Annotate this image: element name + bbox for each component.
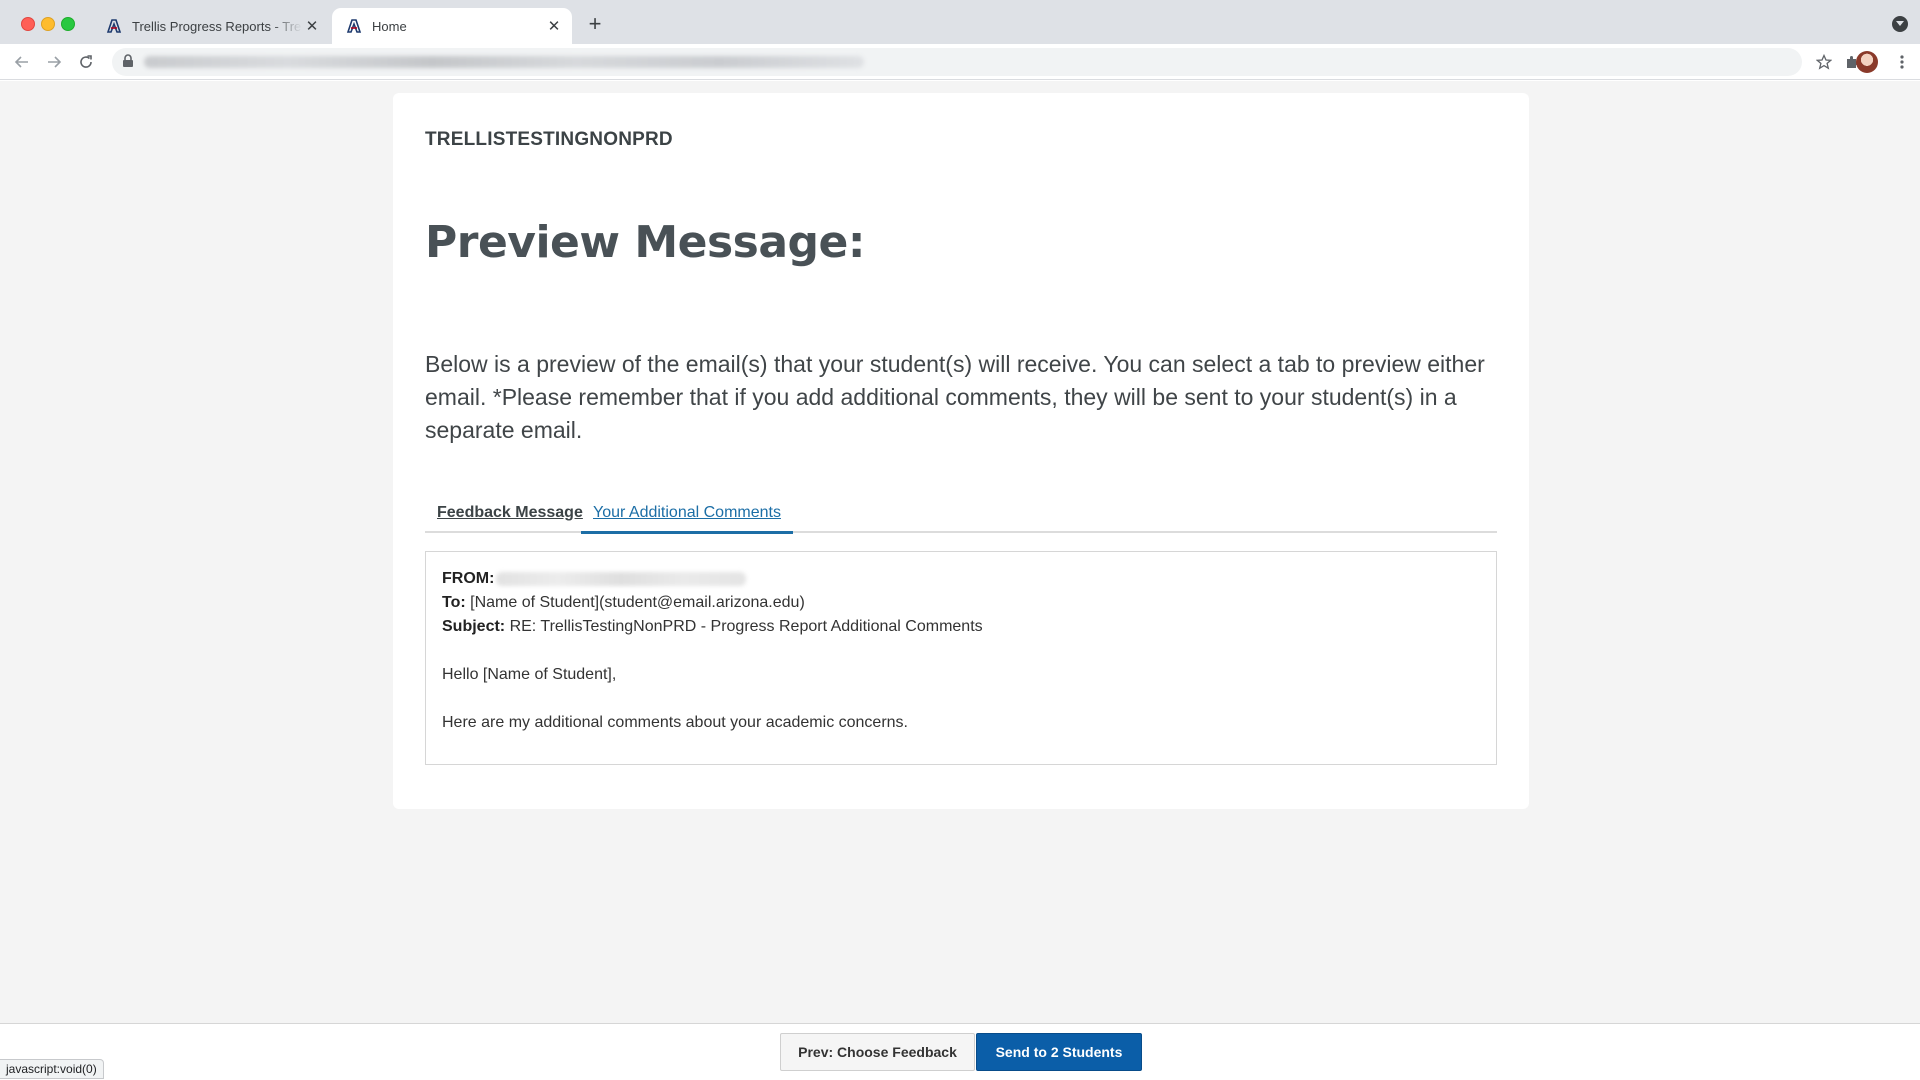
window-minimize-button[interactable] [41, 17, 55, 31]
browser-tab-title: Trellis Progress Reports - Trellis [132, 18, 302, 34]
tab-search-icon[interactable] [1892, 16, 1908, 32]
page-viewport: TRELLISTESTINGNONPRD Preview Message: Be… [0, 81, 1920, 1023]
email-subject-label: Subject: [442, 618, 506, 635]
browser-tab-title: Home [372, 18, 407, 34]
prev-choose-feedback-button[interactable]: Prev: Choose Feedback [780, 1033, 975, 1071]
message-tabs: Feedback Message Your Additional Comment… [425, 503, 1497, 534]
email-to-line: To: [Name of Student](student@email.ariz… [442, 594, 805, 612]
profile-avatar[interactable] [1856, 51, 1878, 73]
reload-icon[interactable] [74, 50, 98, 74]
email-to-value: [Name of Student](student@email.arizona.… [465, 594, 805, 611]
send-to-students-button[interactable]: Send to 2 Students [976, 1033, 1142, 1071]
bookmark-star-icon[interactable] [1814, 52, 1834, 72]
back-arrow-icon[interactable] [10, 50, 34, 74]
email-subject-value: RE: TrellisTestingNonPRD - Progress Repo… [505, 618, 983, 635]
tab-your-additional-comments[interactable]: Your Additional Comments [581, 503, 793, 534]
browser-tab-strip: Trellis Progress Reports - Trellis ✕ Hom… [0, 0, 1920, 44]
email-preview: FROM: To: [Name of Student](student@emai… [425, 551, 1497, 765]
email-from-label: FROM: [442, 570, 495, 587]
browser-toolbar [0, 44, 1920, 80]
window-zoom-button[interactable] [61, 17, 75, 31]
university-logo-icon [346, 18, 362, 34]
browser-tab-home[interactable]: Home ✕ [332, 8, 572, 44]
email-body: Here are my additional comments about yo… [442, 714, 908, 731]
tab-feedback-message[interactable]: Feedback Message [425, 503, 595, 533]
new-tab-button[interactable]: + [584, 13, 606, 36]
email-greeting: Hello [Name of Student], [442, 666, 617, 683]
lock-icon[interactable] [122, 54, 134, 73]
page-title: Preview Message: [425, 217, 866, 268]
forward-arrow-icon[interactable] [42, 50, 66, 74]
email-subject-line: Subject: RE: TrellisTestingNonPRD - Prog… [442, 618, 983, 636]
window-close-button[interactable] [21, 17, 35, 31]
university-logo-icon [106, 18, 122, 34]
organization-name: TRELLISTESTINGNONPRD [425, 129, 673, 150]
preview-card: TRELLISTESTINGNONPRD Preview Message: Be… [393, 93, 1529, 809]
more-menu-icon[interactable] [1892, 52, 1912, 72]
close-icon[interactable]: ✕ [302, 16, 322, 36]
browser-tab-trellis-progress-reports[interactable]: Trellis Progress Reports - Trellis ✕ [92, 8, 330, 44]
url-redacted [144, 56, 864, 68]
close-icon[interactable]: ✕ [544, 16, 564, 36]
email-to-label: To: [442, 594, 466, 611]
action-bar: Prev: Choose Feedback Send to 2 Students [0, 1023, 1920, 1080]
email-from-line: FROM: [442, 570, 747, 588]
address-bar[interactable] [112, 48, 1802, 76]
page-description: Below is a preview of the email(s) that … [425, 351, 1485, 443]
status-bar-link-preview: javascript:void(0) [0, 1059, 104, 1079]
email-from-redacted [496, 571, 747, 586]
